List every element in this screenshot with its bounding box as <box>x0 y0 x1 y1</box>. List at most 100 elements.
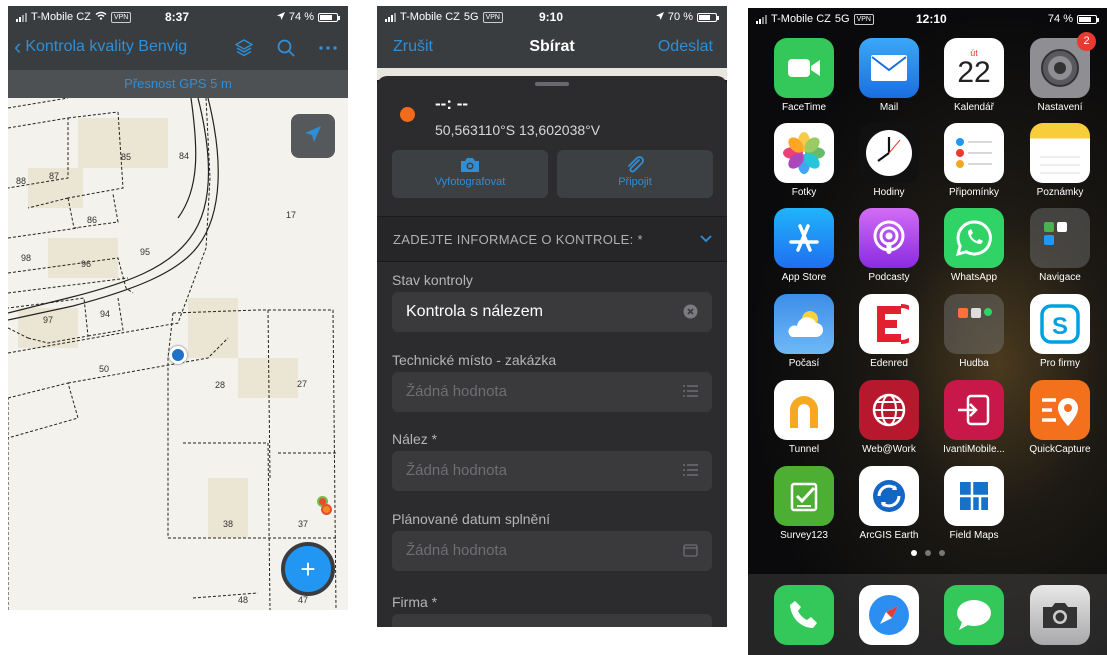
parcel-number: 87 <box>49 171 60 181</box>
page-dot <box>939 550 945 556</box>
field-placeholder: Žádná hodnota <box>406 542 507 559</box>
notes-icon <box>1030 123 1090 183</box>
app-skype-business[interactable]: S Pro firmy <box>1025 294 1095 369</box>
app-survey123[interactable]: Survey123 <box>769 466 839 541</box>
web-at-work-icon <box>859 380 919 440</box>
parcel-number: 97 <box>43 315 54 325</box>
location-coordinates: 50,563110°S 13,602038°V <box>435 122 601 138</box>
app-label: Web@Work <box>862 444 916 455</box>
vpn-badge: VPN <box>853 13 874 25</box>
company-field[interactable] <box>392 614 712 627</box>
add-feature-button[interactable]: + <box>281 542 335 596</box>
attach-button[interactable]: Připojit <box>557 150 713 198</box>
app-web-at-work[interactable]: Web@Work <box>854 380 924 455</box>
parcel-number: 94 <box>100 309 111 319</box>
app-facetime[interactable]: FaceTime <box>769 38 839 113</box>
locate-me-button[interactable] <box>291 114 335 158</box>
parcel-number: 96 <box>81 259 92 269</box>
app-whatsapp[interactable]: WhatsApp <box>939 208 1009 283</box>
settings-icon: 2 <box>1030 32 1096 98</box>
search-icon[interactable] <box>276 38 296 63</box>
location-time: --: -- <box>435 94 469 113</box>
app-clock[interactable]: Hodiny <box>854 123 924 198</box>
messages-icon <box>944 585 1004 645</box>
status-bar: T-Mobile CZ 5G VPN 12:10 74 % <box>748 8 1107 30</box>
app-weather[interactable]: Počasí <box>769 294 839 369</box>
arcgis-earth-icon <box>859 466 919 526</box>
app-label: App Store <box>781 272 827 283</box>
signal-icon <box>385 12 396 22</box>
technical-site-field[interactable]: Žádná hodnota <box>392 372 712 412</box>
parcel-number: 88 <box>16 176 27 186</box>
parcel-number: 85 <box>121 152 132 162</box>
app-quickcapture[interactable]: QuickCapture <box>1025 380 1095 455</box>
layers-icon[interactable] <box>234 38 254 63</box>
app-field-maps[interactable]: Field Maps <box>939 466 1009 541</box>
app-ivanti-mobile[interactable]: IvantiMobile... <box>939 380 1009 455</box>
battery-icon <box>318 12 340 22</box>
field-placeholder: Žádná hodnota <box>406 462 507 479</box>
finding-field[interactable]: Žádná hodnota <box>392 451 712 491</box>
observation-point[interactable] <box>321 504 332 515</box>
plus-icon: + <box>300 553 316 584</box>
app-folder-hudba[interactable]: Hudba <box>939 294 1009 369</box>
svg-text:S: S <box>1052 313 1068 340</box>
dock-safari[interactable] <box>854 585 924 645</box>
app-calendar[interactable]: út 22 Kalendář <box>939 38 1009 113</box>
dock-messages[interactable] <box>939 585 1009 645</box>
app-reminders[interactable]: Připomínky <box>939 123 1009 198</box>
app-edenred[interactable]: Edenred <box>854 294 924 369</box>
app-label: QuickCapture <box>1029 444 1091 455</box>
clear-icon[interactable] <box>683 304 698 324</box>
page-indicator[interactable] <box>911 550 945 556</box>
app-tunnel[interactable]: Tunnel <box>769 380 839 455</box>
field-label: Stav kontroly <box>392 272 473 288</box>
sheet-grabber[interactable] <box>535 82 569 86</box>
app-label: Navigace <box>1039 272 1081 283</box>
app-settings[interactable]: 2 Nastavení <box>1025 32 1096 113</box>
take-photo-button[interactable]: Vyfotografovat <box>392 150 548 198</box>
reminders-icon <box>944 123 1004 183</box>
app-arcgis-earth[interactable]: ArcGIS Earth <box>854 466 924 541</box>
dock-camera[interactable] <box>1025 585 1095 645</box>
app-app-store[interactable]: App Store <box>769 208 839 283</box>
notification-badge: 2 <box>1077 32 1096 51</box>
inspection-status-field[interactable]: Kontrola s nálezem <box>392 292 712 332</box>
app-label: Podcasty <box>868 272 910 283</box>
more-icon[interactable] <box>318 38 338 63</box>
home-screen: T-Mobile CZ 5G VPN 12:10 74 % FaceTime M… <box>748 8 1107 655</box>
clock: 12:10 <box>916 12 947 26</box>
mail-icon <box>859 38 919 98</box>
current-location-marker <box>169 346 187 364</box>
app-photos[interactable]: Fotky <box>769 123 839 198</box>
parcel-number: 95 <box>140 247 151 257</box>
inspection-section-header[interactable]: ZADEJTE INFORMACE O KONTROLE: * <box>377 216 727 262</box>
submit-button[interactable]: Odeslat <box>658 38 713 56</box>
quickcapture-icon <box>1030 380 1090 440</box>
app-label: WhatsApp <box>950 272 998 283</box>
app-label: Tunnel <box>788 444 820 455</box>
navigation-bar: ‹ Kontrola kvality Benvig <box>8 28 348 70</box>
app-podcasts[interactable]: Podcasty <box>854 208 924 283</box>
tunnel-icon <box>774 380 834 440</box>
vpn-badge: VPN <box>110 11 132 23</box>
parcel-number: 86 <box>87 215 98 225</box>
planned-date-field[interactable]: Žádná hodnota <box>392 531 712 571</box>
back-button[interactable]: ‹ Kontrola kvality Benvig <box>14 34 187 59</box>
app-label: Mail <box>879 102 899 113</box>
app-mail[interactable]: Mail <box>854 38 924 113</box>
take-photo-label: Vyfotografovat <box>434 176 506 188</box>
survey123-icon <box>774 466 834 526</box>
clock: 8:37 <box>165 10 190 24</box>
dock-phone[interactable] <box>769 585 839 645</box>
app-label: Poznámky <box>1036 187 1084 198</box>
chevron-left-icon: ‹ <box>14 34 22 59</box>
ivanti-icon <box>944 380 1004 440</box>
parcel-number: 50 <box>99 364 110 374</box>
status-bar: T-Mobile CZ 5G VPN 9:10 70 % <box>377 6 727 28</box>
app-notes[interactable]: Poznámky <box>1025 123 1095 198</box>
app-folder-navigace[interactable]: Navigace <box>1025 208 1095 283</box>
signal-icon <box>16 12 27 22</box>
app-label: Hodiny <box>873 187 905 198</box>
skype-icon: S <box>1030 294 1090 354</box>
